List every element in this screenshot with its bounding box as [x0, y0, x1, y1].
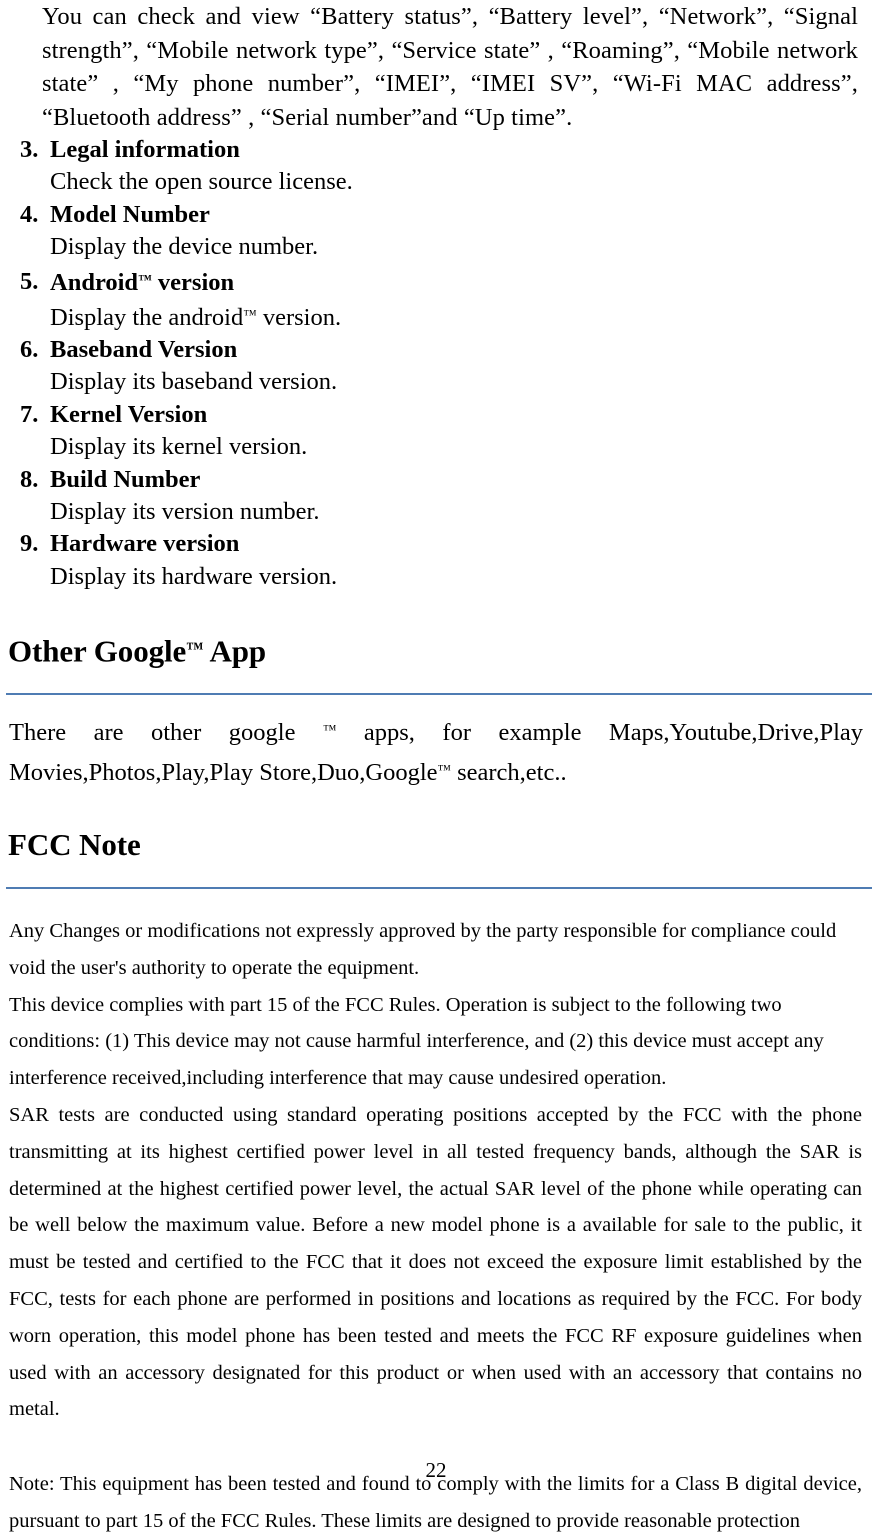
- fcc-line: conditions: (1) This device may not caus…: [9, 1030, 824, 1053]
- list-item-heading: 4. Model Number: [6, 199, 866, 231]
- fcc-line: void the user's authority to operate the…: [9, 956, 420, 979]
- list-item-heading: 3. Legal information: [6, 134, 866, 166]
- list-item-description-text: Display the android: [50, 303, 244, 331]
- list-item-title: Legal information: [50, 136, 240, 163]
- trademark-icon: ™: [138, 271, 152, 287]
- list-item: 9. Hardware version Display its hardware …: [6, 528, 866, 593]
- trademark-icon: ™: [322, 722, 337, 738]
- intro-paragraph: You can check and view “Battery status”,…: [42, 3, 858, 131]
- body-text-part1: There are other google: [9, 719, 323, 747]
- list-item-heading: 9. Hardware version: [6, 528, 866, 560]
- list-item-heading: 8. Build Number: [6, 464, 866, 496]
- trademark-icon: ™: [186, 639, 204, 659]
- list-item: 6. Baseband Version Display its baseband …: [6, 334, 866, 399]
- list-item-number: 3.: [20, 136, 39, 163]
- list-item-description: Display the device number.: [50, 233, 319, 261]
- fcc-sar-paragraph: SAR tests are conducted using standard o…: [9, 1103, 862, 1421]
- list-item-title: Hardware version: [50, 530, 240, 558]
- list-item-number: 5.: [20, 268, 39, 296]
- list-item-heading: 7. Kernel Version: [6, 399, 866, 431]
- list-item: 8. Build Number Display its version numbe…: [6, 464, 866, 529]
- fcc-note-section: FCC Note Any Changes or modifications no…: [6, 825, 872, 1540]
- list-item-title: Android: [50, 268, 139, 296]
- list-item-description: Display its version number.: [50, 497, 320, 525]
- trademark-icon: ™: [243, 306, 257, 322]
- list-item-description: Display the android™ version.: [6, 299, 866, 334]
- list-item-description-suffix: version.: [256, 303, 342, 331]
- list-item-title: Kernel Version: [50, 400, 208, 428]
- list-item: 3. Legal information Check the open sourc…: [6, 134, 866, 199]
- list-item-number: 7.: [20, 400, 39, 428]
- list-item-description: Display its hardware version.: [50, 562, 338, 590]
- list-item: 7. Kernel Version Display its kernel vers…: [6, 399, 866, 464]
- page-number: 22: [425, 1458, 447, 1482]
- other-google-app-body: There are other google ™ apps, for examp…: [6, 711, 866, 791]
- list-item: 4. Model Number Display the device number…: [6, 199, 866, 264]
- section-heading-other-google-app: Other Google™ App: [6, 629, 866, 671]
- list-item-heading: 5. Android™ version: [6, 264, 866, 299]
- fcc-line: This device complies with part 15 of the…: [9, 993, 782, 1016]
- list-item-number: 8.: [20, 465, 39, 493]
- list-item-number: 6.: [20, 335, 39, 363]
- list-item-title: Baseband Version: [50, 335, 238, 363]
- trademark-icon: ™: [437, 762, 451, 778]
- heading-suffix: App: [203, 633, 267, 669]
- settings-numbered-list: 3. Legal information Check the open sourc…: [6, 134, 866, 593]
- list-item-number: 4.: [20, 200, 39, 228]
- fcc-line: interference received,including interfer…: [9, 1067, 667, 1090]
- list-item-description: Display its kernel version.: [50, 433, 308, 461]
- fcc-line: Any Changes or modifications not express…: [9, 919, 837, 942]
- fcc-intro-lines: Any Changes or modifications not express…: [6, 913, 866, 1097]
- other-google-app-section: Other Google™ App There are other google…: [6, 629, 872, 791]
- body-text-part3: search,etc..: [450, 758, 567, 786]
- list-item-description: Check the open source license.: [50, 168, 353, 196]
- list-item-title-suffix: version: [151, 268, 235, 296]
- list-item-title: Model Number: [50, 200, 210, 228]
- list-item-title: Build Number: [50, 465, 201, 493]
- document-page: You can check and view “Battery status”,…: [0, 0, 872, 1532]
- list-item-description: Display its baseband version.: [50, 368, 338, 396]
- list-item-heading: 6. Baseband Version: [6, 334, 866, 366]
- section-heading-fcc-note: FCC Note: [8, 826, 141, 862]
- list-item: 5. Android™ version Display the android™ …: [6, 264, 866, 334]
- heading-text: Other Google: [8, 633, 187, 669]
- list-item-number: 9.: [20, 530, 39, 558]
